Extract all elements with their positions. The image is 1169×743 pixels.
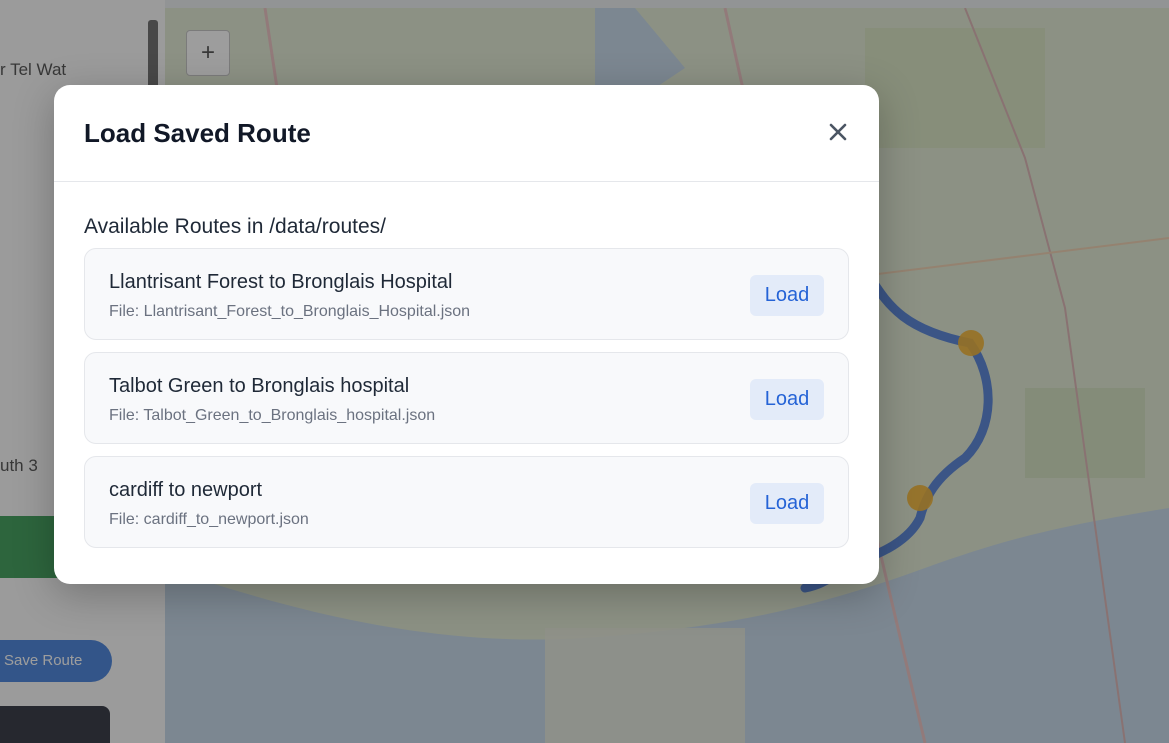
load-route-button[interactable]: Load [750,483,824,524]
load-route-button[interactable]: Load [750,275,824,316]
route-name: cardiff to newport [109,479,263,501]
close-button[interactable] [823,115,853,149]
load-route-button[interactable]: Load [750,379,824,420]
route-item: cardiff to newport File: cardiff_to_newp… [84,456,849,548]
app-root: r Tel Wat uth 3 Save Route [0,0,1169,743]
modal-title: Load Saved Route [84,118,311,148]
route-name: Talbot Green to Bronglais hospital [109,375,410,397]
modal-body: Available Routes in /data/routes/ Llantr… [54,182,879,548]
close-icon [829,123,847,141]
load-route-modal: Load Saved Route Available Routes in /da… [54,85,879,584]
route-file: File: cardiff_to_newport.json [109,511,309,528]
route-file: File: Llantrisant_Forest_to_Bronglais_Ho… [109,303,471,320]
routes-section-label: Available Routes in /data/routes/ [84,215,386,238]
route-item: Llantrisant Forest to Bronglais Hospital… [84,248,849,340]
route-name: Llantrisant Forest to Bronglais Hospital [109,271,453,293]
route-item: Talbot Green to Bronglais hospital File:… [84,352,849,444]
route-file: File: Talbot_Green_to_Bronglais_hospital… [109,407,436,424]
modal-header: Load Saved Route [54,85,879,182]
